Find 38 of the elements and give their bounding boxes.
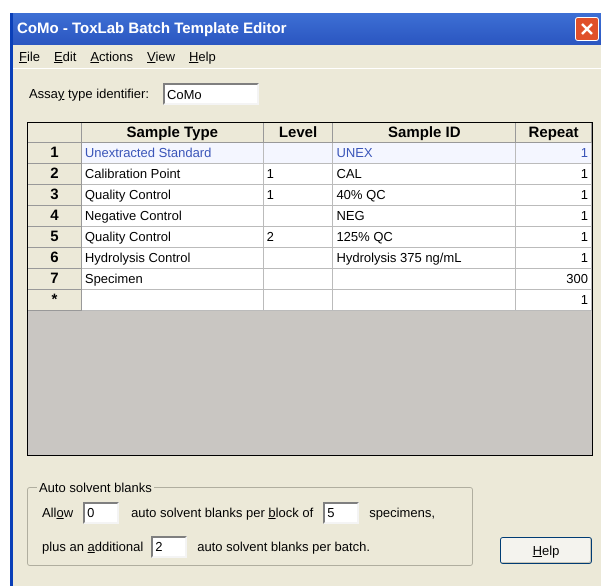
row-header[interactable]: 4 xyxy=(28,206,82,227)
additional-field[interactable]: 2 xyxy=(151,536,188,558)
assay-field[interactable]: CoMo xyxy=(162,83,259,105)
block-field[interactable]: 5 xyxy=(323,502,360,524)
table-cell xyxy=(264,290,334,311)
row-header[interactable]: 5 xyxy=(28,227,82,248)
per-batch-label: auto solvent blanks per batch. xyxy=(197,538,370,556)
close-icon xyxy=(580,22,594,36)
menu-item[interactable]: File xyxy=(19,46,40,66)
close-button[interactable] xyxy=(575,17,599,41)
table-row[interactable]: 3 Quality Control 1 40% QC 1 xyxy=(28,185,592,206)
table-row[interactable]: * 1 xyxy=(28,290,592,311)
table-row[interactable]: 7 Specimen 300 xyxy=(28,269,592,290)
row-header[interactable]: 1 xyxy=(28,143,82,164)
allow-field[interactable]: 0 xyxy=(83,502,120,524)
row-header[interactable]: 7 xyxy=(28,269,82,290)
window-title: CoMo - ToxLab Batch Template Editor xyxy=(16,18,286,39)
table-row[interactable]: 2 Calibration Point 1 CAL 1 xyxy=(28,164,592,185)
row-header[interactable]: * xyxy=(28,290,82,311)
row-header[interactable]: 3 xyxy=(28,185,82,206)
allow-label: Allow xyxy=(42,504,74,522)
table-row[interactable]: 5 Quality Control 2 125% QC 1 xyxy=(28,227,592,248)
assay-label: Assay type identifier: xyxy=(29,85,149,104)
menu-item[interactable]: Actions xyxy=(90,46,134,66)
row-header[interactable]: 2 xyxy=(28,164,82,185)
table-row[interactable]: 6 Hydrolysis Control Hydrolysis 375 ng/mL 1 xyxy=(28,248,592,269)
group-title: Auto solvent blanks xyxy=(38,479,153,497)
row-header[interactable]: 6 xyxy=(28,248,82,269)
specimens-label: specimens, xyxy=(369,504,435,522)
additional-label: plus an additional xyxy=(42,538,144,556)
menu-item[interactable]: Edit xyxy=(54,46,76,66)
table-row[interactable]: 1 Unextracted Standard UNEX 1 xyxy=(28,143,592,164)
help-button[interactable]: Help xyxy=(500,537,592,564)
table-cell: 1 xyxy=(516,290,592,311)
menu-item[interactable]: View xyxy=(147,46,175,66)
per-block-label: auto solvent blanks per block of xyxy=(131,504,314,522)
table-row[interactable]: 4 Negative Control NEG 1 xyxy=(28,206,592,227)
menu-item[interactable]: Help xyxy=(188,46,216,66)
